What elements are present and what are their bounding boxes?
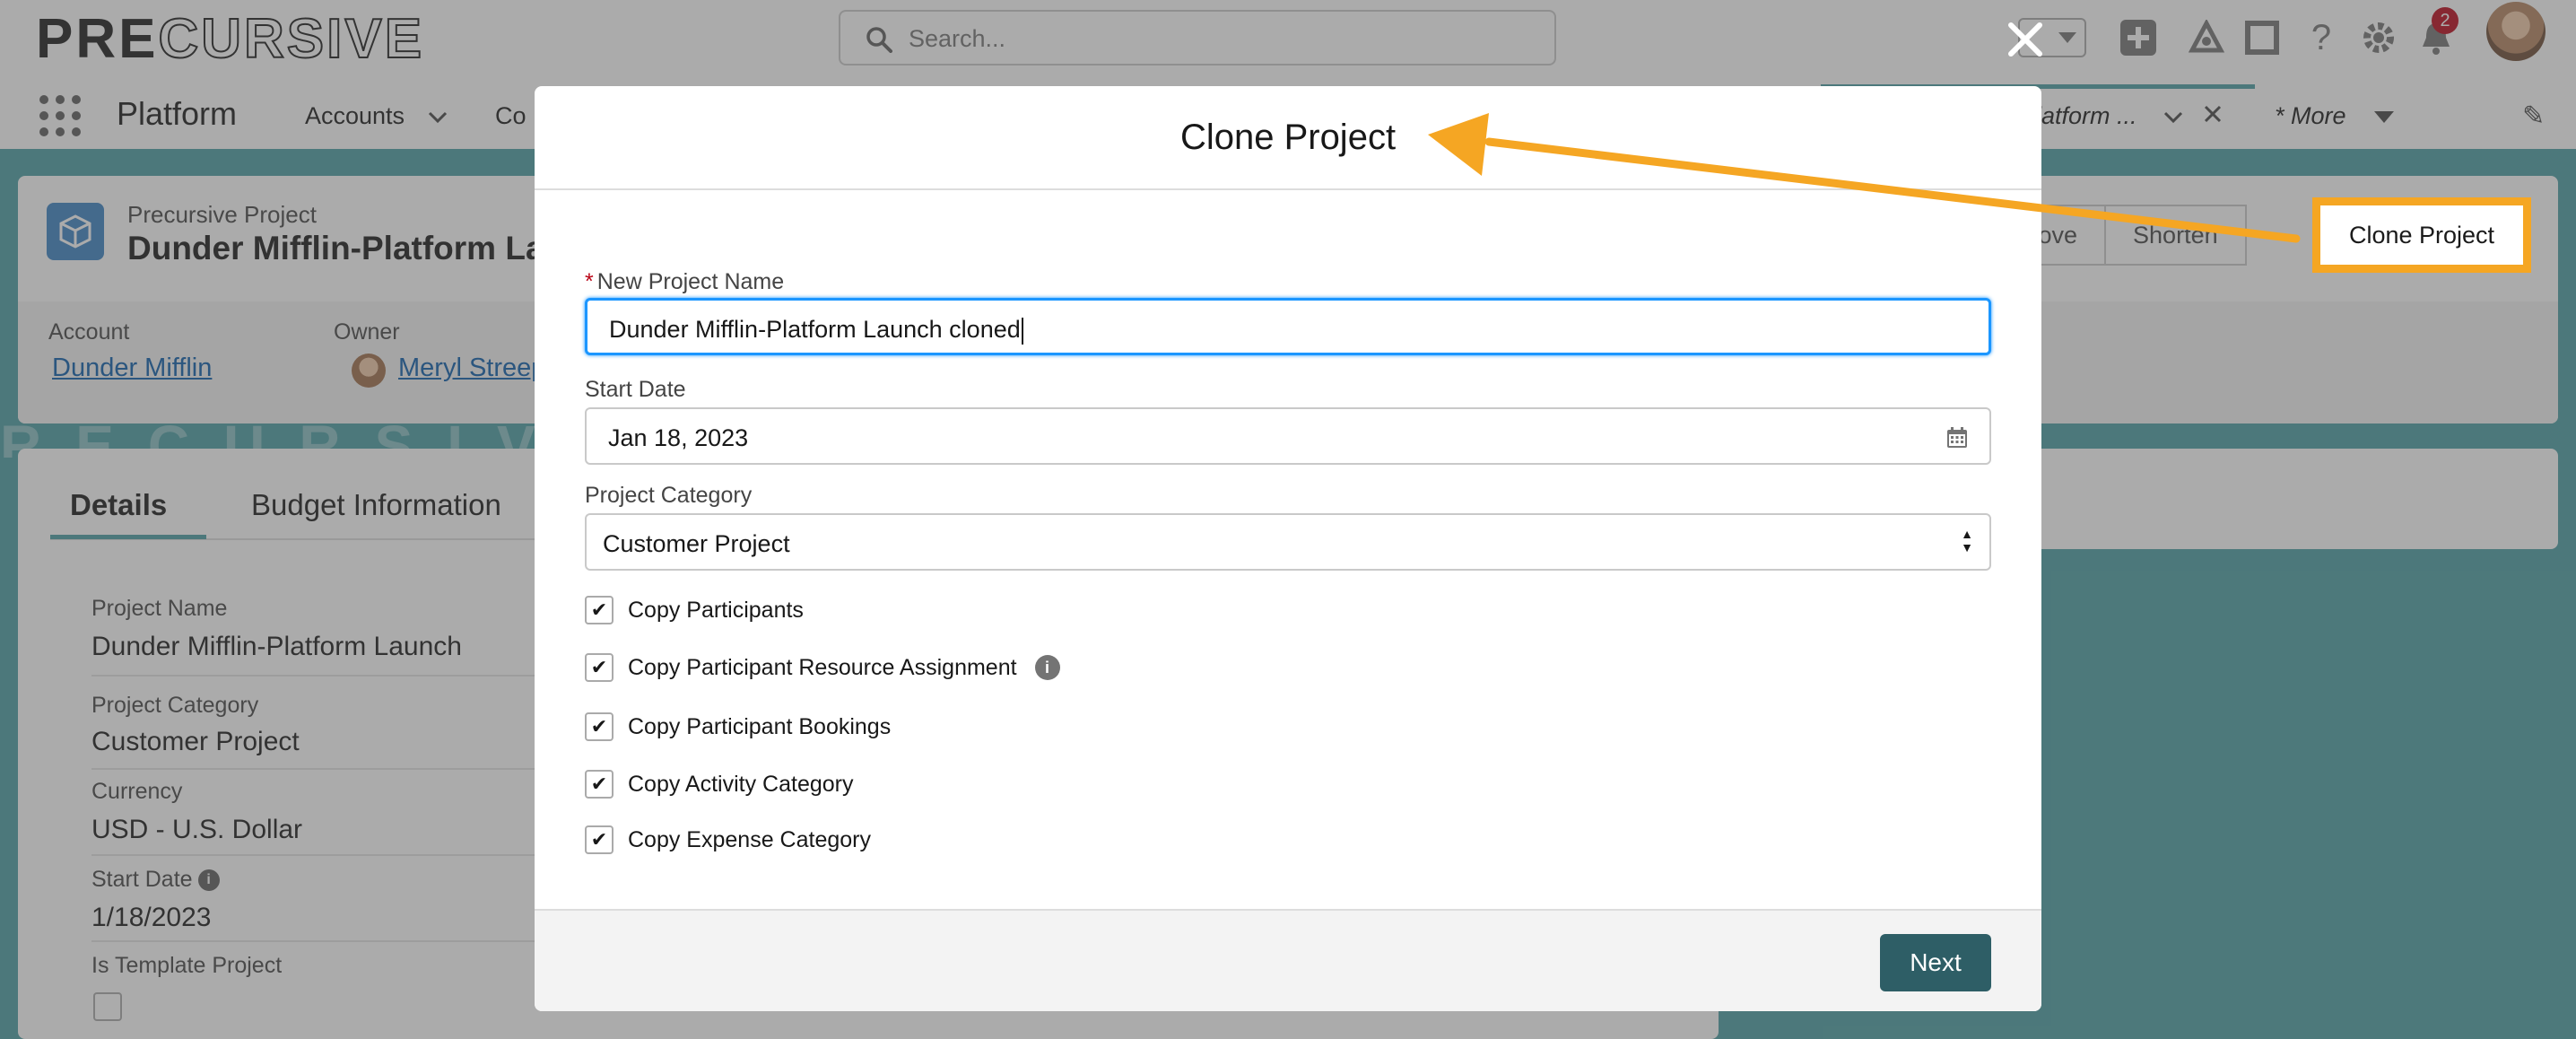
clone-project-modal: Clone Project * New Project Name Dunder M…	[535, 86, 2041, 1011]
copy-participant-bookings-row[interactable]: ✔ Copy Participant Bookings	[585, 711, 891, 743]
modal-title: Clone Project	[1179, 117, 1397, 157]
checkbox-label: Copy Participant Resource Assignment	[628, 654, 1017, 680]
copy-participants-row[interactable]: ✔ Copy Participants	[585, 594, 804, 626]
new-project-name-label: * New Project Name	[585, 269, 785, 294]
copy-participants-checkbox[interactable]: ✔	[585, 596, 614, 624]
modal-header: Clone Project	[535, 86, 2041, 190]
info-icon[interactable]: i	[1034, 655, 1060, 680]
required-asterisk: *	[585, 269, 594, 294]
checkbox-label: Copy Participants	[628, 597, 804, 623]
project-category-select[interactable]: Customer Project ▲ ▼	[585, 513, 1991, 571]
copy-activity-category-checkbox[interactable]: ✔	[585, 770, 614, 799]
copy-expense-category-row[interactable]: ✔ Copy Expense Category	[585, 824, 871, 856]
modal-footer: Next	[535, 909, 2041, 1011]
close-icon[interactable]	[2006, 20, 2045, 59]
clone-project-button[interactable]: Clone Project	[2312, 197, 2531, 273]
copy-participant-bookings-checkbox[interactable]: ✔	[585, 712, 614, 741]
new-project-name-input[interactable]: Dunder Mifflin-Platform Launch cloned	[585, 298, 1991, 355]
checkbox-label: Copy Expense Category	[628, 826, 871, 852]
project-category-label: Project Category	[585, 483, 753, 508]
select-arrows-icon: ▲ ▼	[1961, 527, 1973, 554]
start-date-input[interactable]: Jan 18, 2023	[585, 407, 1991, 465]
calendar-icon[interactable]	[1946, 427, 1968, 449]
start-date-label: Start Date	[585, 377, 686, 402]
copy-activity-category-row[interactable]: ✔ Copy Activity Category	[585, 768, 854, 800]
checkbox-label: Copy Activity Category	[628, 771, 854, 797]
next-button[interactable]: Next	[1880, 934, 1991, 991]
copy-participant-resource-assignment-checkbox[interactable]: ✔	[585, 653, 614, 682]
copy-participant-resource-assignment-row[interactable]: ✔ Copy Participant Resource Assignment i	[585, 651, 1060, 684]
copy-expense-category-checkbox[interactable]: ✔	[585, 825, 614, 854]
checkbox-label: Copy Participant Bookings	[628, 713, 892, 739]
